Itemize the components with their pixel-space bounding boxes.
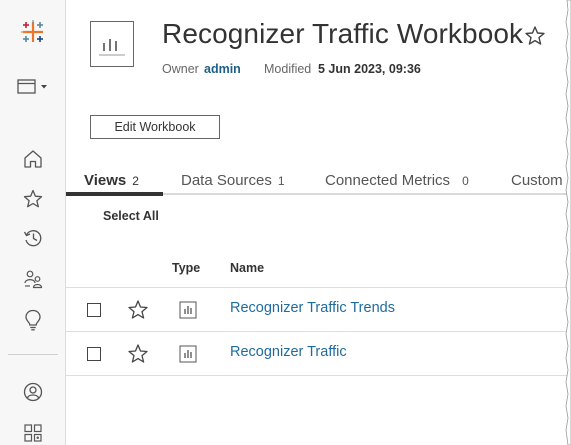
tab-views-count: 2 bbox=[132, 174, 139, 188]
user-profile-icon[interactable] bbox=[0, 380, 66, 404]
row-select-checkbox[interactable] bbox=[87, 347, 101, 361]
edit-workbook-button[interactable]: Edit Workbook bbox=[90, 115, 220, 139]
home-icon[interactable] bbox=[0, 147, 66, 171]
tab-bar: Views 2 Data Sources 1 Connected Metrics 0 … bbox=[66, 168, 571, 196]
row-favorite-star-icon[interactable] bbox=[127, 299, 149, 326]
tab-data-sources-count: 1 bbox=[277, 174, 285, 188]
owner-link-wrap: admin bbox=[204, 62, 241, 76]
tab-views[interactable]: Views 2 bbox=[84, 172, 139, 189]
view-name-link[interactable]: Recognizer Traffic bbox=[230, 344, 347, 360]
select-all-button[interactable]: Select All bbox=[103, 209, 159, 223]
table-row[interactable]: Recognizer Traffic bbox=[66, 332, 571, 376]
torn-edge-decoration bbox=[565, 0, 571, 445]
tab-custom-label: Custom bbox=[511, 172, 563, 189]
sidebar-divider bbox=[8, 354, 58, 355]
tab-custom[interactable]: Custom bbox=[511, 172, 563, 189]
view-chart-icon bbox=[179, 345, 197, 368]
modified-date-wrap: 5 Jun 2023, 09:36 bbox=[318, 62, 421, 76]
tab-connected-metrics-label: Connected Metrics bbox=[325, 172, 451, 189]
left-nav-sidebar bbox=[0, 0, 66, 445]
workbook-page: Recognizer Traffic Workbook Owner admin … bbox=[0, 0, 571, 445]
view-chart-icon bbox=[179, 301, 197, 324]
table-row[interactable]: Recognizer Traffic Trends bbox=[66, 288, 571, 332]
column-header-type[interactable]: Type bbox=[172, 261, 200, 275]
owner-meta: Owner bbox=[162, 62, 199, 76]
tab-connected-metrics[interactable]: Connected Metrics 0 bbox=[325, 172, 469, 189]
owner-link[interactable]: admin bbox=[204, 62, 241, 76]
tab-views-label: Views bbox=[84, 172, 127, 189]
modified-meta: Modified bbox=[264, 62, 311, 76]
site-menu-icon[interactable] bbox=[0, 76, 66, 98]
workbook-title: Recognizer Traffic Workbook bbox=[162, 18, 524, 49]
row-select-checkbox[interactable] bbox=[87, 303, 101, 317]
apps-grid-icon[interactable] bbox=[0, 421, 66, 445]
view-name-link[interactable]: Recognizer Traffic Trends bbox=[230, 300, 395, 316]
column-header-name[interactable]: Name bbox=[230, 261, 264, 275]
modified-label: Modified bbox=[264, 62, 312, 76]
shared-with-me-icon[interactable] bbox=[0, 267, 66, 291]
recents-icon[interactable] bbox=[0, 226, 66, 250]
tab-data-sources[interactable]: Data Sources 1 bbox=[181, 172, 285, 189]
tab-connected-metrics-count: 0 bbox=[462, 174, 469, 188]
modified-date: 5 Jun 2023, 09:36 bbox=[318, 62, 421, 76]
favorites-icon[interactable] bbox=[0, 187, 66, 211]
tab-data-sources-label: Data Sources bbox=[181, 172, 272, 189]
row-favorite-star-icon[interactable] bbox=[127, 343, 149, 370]
workbook-thumbnail-icon bbox=[90, 21, 134, 67]
owner-label: Owner bbox=[162, 62, 199, 76]
recommendations-icon[interactable] bbox=[0, 307, 66, 333]
tableau-logo-icon[interactable] bbox=[0, 18, 66, 46]
favorite-workbook-star-icon[interactable] bbox=[524, 25, 546, 52]
